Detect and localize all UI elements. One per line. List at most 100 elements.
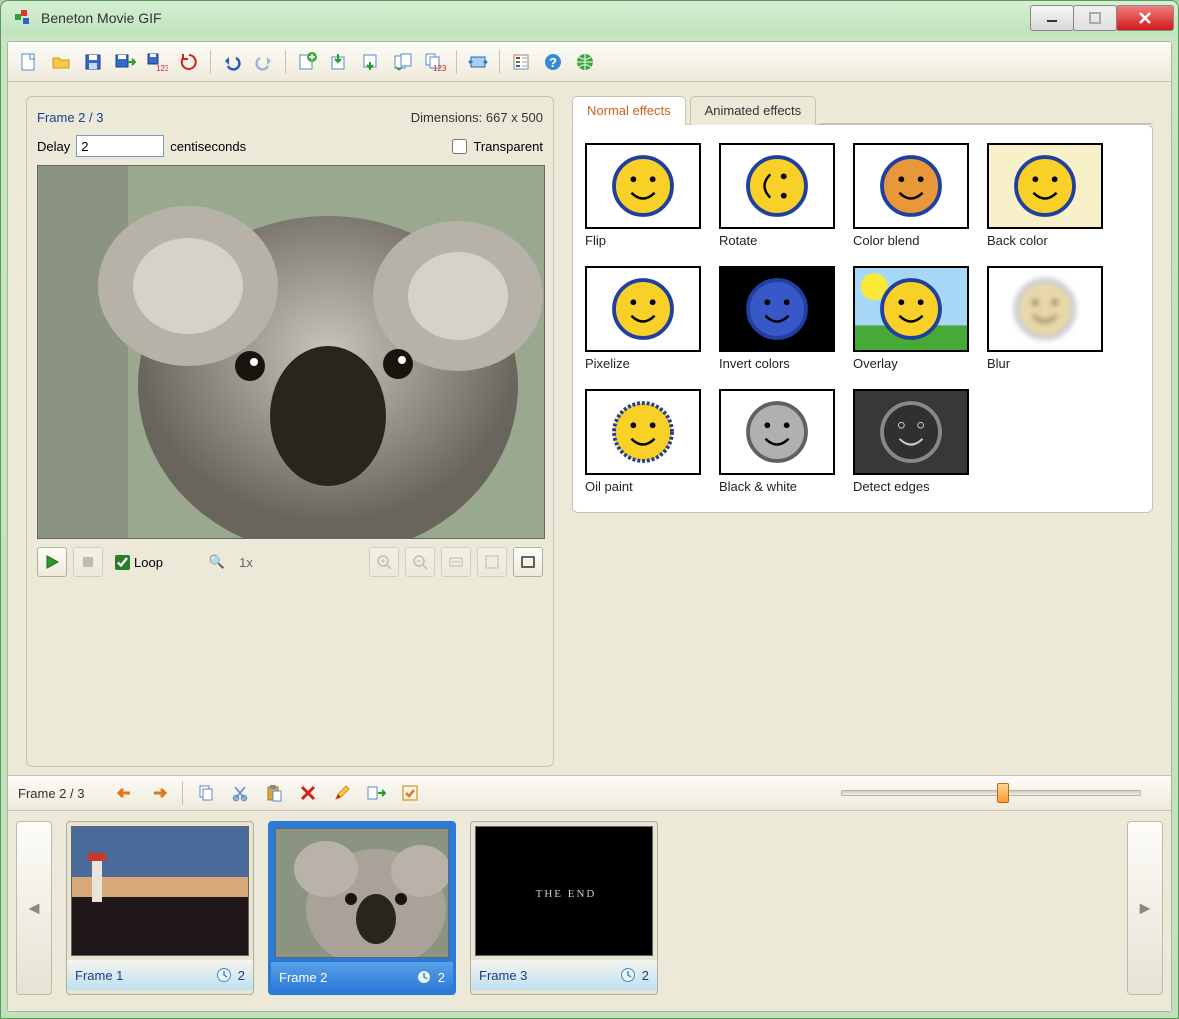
prev-button[interactable] — [110, 778, 140, 808]
prev-icon — [116, 786, 134, 800]
fit-width-button[interactable] — [441, 547, 471, 577]
titlebar[interactable]: Beneton Movie GIF — [1, 1, 1178, 35]
loop-checkbox[interactable] — [115, 555, 130, 570]
save-as-icon — [114, 52, 136, 72]
save-as-button[interactable] — [110, 47, 140, 77]
effect-black-white[interactable]: Black & white — [719, 389, 839, 494]
import-frame-button[interactable] — [324, 47, 354, 77]
zoom-in-button[interactable] — [369, 547, 399, 577]
thumbnail-size-slider[interactable] — [841, 790, 1141, 796]
refresh-icon — [179, 52, 199, 72]
loop-checkbox-label[interactable]: Loop — [115, 555, 163, 570]
effect-back-color[interactable]: Back color — [987, 143, 1107, 248]
edit-button[interactable] — [327, 778, 357, 808]
zoom-out-button[interactable] — [405, 547, 435, 577]
effect-rotate[interactable]: Rotate — [719, 143, 839, 248]
frame-card-3[interactable]: THE ENDFrame 32 — [470, 821, 658, 995]
effect-overlay-thumb — [853, 266, 969, 352]
insert-button[interactable] — [361, 778, 391, 808]
redo-button[interactable] — [249, 47, 279, 77]
effect-blur-thumb — [987, 266, 1103, 352]
select-all-icon — [401, 784, 419, 802]
frame-thumb-2 — [275, 828, 449, 958]
zoom-level: 1x — [239, 555, 253, 570]
delay-input[interactable] — [76, 135, 164, 157]
new-button[interactable] — [14, 47, 44, 77]
transparent-checkbox-label[interactable]: Transparent — [452, 139, 543, 154]
effect-overlay[interactable]: Overlay — [853, 266, 973, 371]
effect-flip-label: Flip — [585, 233, 705, 248]
main-toolbar: 123 123? — [8, 42, 1171, 82]
effect-oil-paint-label: Oil paint — [585, 479, 705, 494]
effect-invert-colors[interactable]: Invert colors — [719, 266, 839, 371]
open-button[interactable] — [46, 47, 76, 77]
svg-text:THE END: THE END — [536, 888, 597, 900]
reorder-frames-button[interactable]: 123 — [420, 47, 450, 77]
transparent-checkbox[interactable] — [452, 139, 467, 154]
effect-detect-edges-label: Detect edges — [853, 479, 973, 494]
play-button[interactable] — [37, 547, 67, 577]
properties-button[interactable] — [506, 47, 536, 77]
help-button[interactable]: ? — [538, 47, 568, 77]
paste-icon — [265, 784, 283, 802]
refresh-button[interactable] — [174, 47, 204, 77]
effect-flip-thumb — [585, 143, 701, 229]
help-icon: ? — [543, 52, 563, 72]
save-frames-button[interactable]: 123 — [142, 47, 172, 77]
preview-frame-index: Frame 2 / 3 — [37, 110, 103, 125]
export-frame-button[interactable] — [356, 47, 386, 77]
undo-button[interactable] — [217, 47, 247, 77]
stop-button[interactable] — [73, 547, 103, 577]
delay-label: Delay — [37, 139, 70, 154]
cut-button[interactable] — [225, 778, 255, 808]
preview-dimensions: Dimensions: 667 x 500 — [411, 110, 543, 125]
effects-grid: Flip RotateColor blendBack color Pixelize I… — [585, 143, 1140, 494]
effect-color-blend[interactable]: Color blend — [853, 143, 973, 248]
paste-button[interactable] — [259, 778, 289, 808]
tab-animated-effects[interactable]: Animated effects — [690, 96, 817, 125]
frame-delay: 2 — [238, 968, 245, 983]
add-frame-button[interactable] — [292, 47, 322, 77]
svg-text:?: ? — [549, 55, 557, 70]
frame-footer-1: Frame 12 — [67, 960, 253, 990]
properties-icon — [511, 52, 531, 72]
next-button[interactable] — [144, 778, 174, 808]
scroll-left-button[interactable]: ◄ — [16, 821, 52, 995]
fit-window-button[interactable] — [477, 547, 507, 577]
app-window: Beneton Movie GIF 123 123? Frame 2 / 3 Di… — [0, 0, 1179, 1019]
fullscreen-button[interactable] — [513, 547, 543, 577]
resize-canvas-button[interactable] — [463, 47, 493, 77]
save-frames-icon: 123 — [146, 52, 168, 72]
copy-button[interactable] — [191, 778, 221, 808]
effect-color-blend-thumb — [853, 143, 969, 229]
save-button[interactable] — [78, 47, 108, 77]
effect-pixelize-thumb — [585, 266, 701, 352]
frames-strip: ◄ Frame 12Frame 22THE ENDFrame 32 ► — [8, 811, 1171, 1011]
replace-frame-button[interactable] — [388, 47, 418, 77]
effect-flip[interactable]: Flip — [585, 143, 705, 248]
tab-normal-effects[interactable]: Normal effects — [572, 96, 686, 125]
effect-back-color-thumb — [987, 143, 1103, 229]
minimize-button[interactable] — [1030, 5, 1074, 31]
window-controls — [1031, 5, 1174, 31]
frame-label: Frame 2 — [279, 970, 327, 985]
frame-card-1[interactable]: Frame 12 — [66, 821, 254, 995]
effect-oil-paint[interactable]: Oil paint — [585, 389, 705, 494]
delay-unit: centiseconds — [170, 139, 246, 154]
effect-pixelize[interactable]: Pixelize — [585, 266, 705, 371]
maximize-button[interactable] — [1073, 5, 1117, 31]
svg-text:123: 123 — [156, 64, 168, 72]
effect-detect-edges[interactable]: Detect edges — [853, 389, 973, 494]
close-button[interactable] — [1116, 5, 1174, 31]
effects-tabs: Normal effects Animated effects — [572, 96, 1153, 124]
scroll-right-button[interactable]: ► — [1127, 821, 1163, 995]
frame-card-2[interactable]: Frame 22 — [268, 821, 456, 995]
frame-thumb-1 — [71, 826, 249, 956]
web-button[interactable] — [570, 47, 600, 77]
select-all-button[interactable] — [395, 778, 425, 808]
delete-button[interactable] — [293, 778, 323, 808]
client-area: 123 123? Frame 2 / 3 Dimensions: 667 x 50… — [7, 41, 1172, 1012]
effect-invert-colors-label: Invert colors — [719, 356, 839, 371]
next-icon — [150, 786, 168, 800]
effect-blur[interactable]: Blur — [987, 266, 1107, 371]
